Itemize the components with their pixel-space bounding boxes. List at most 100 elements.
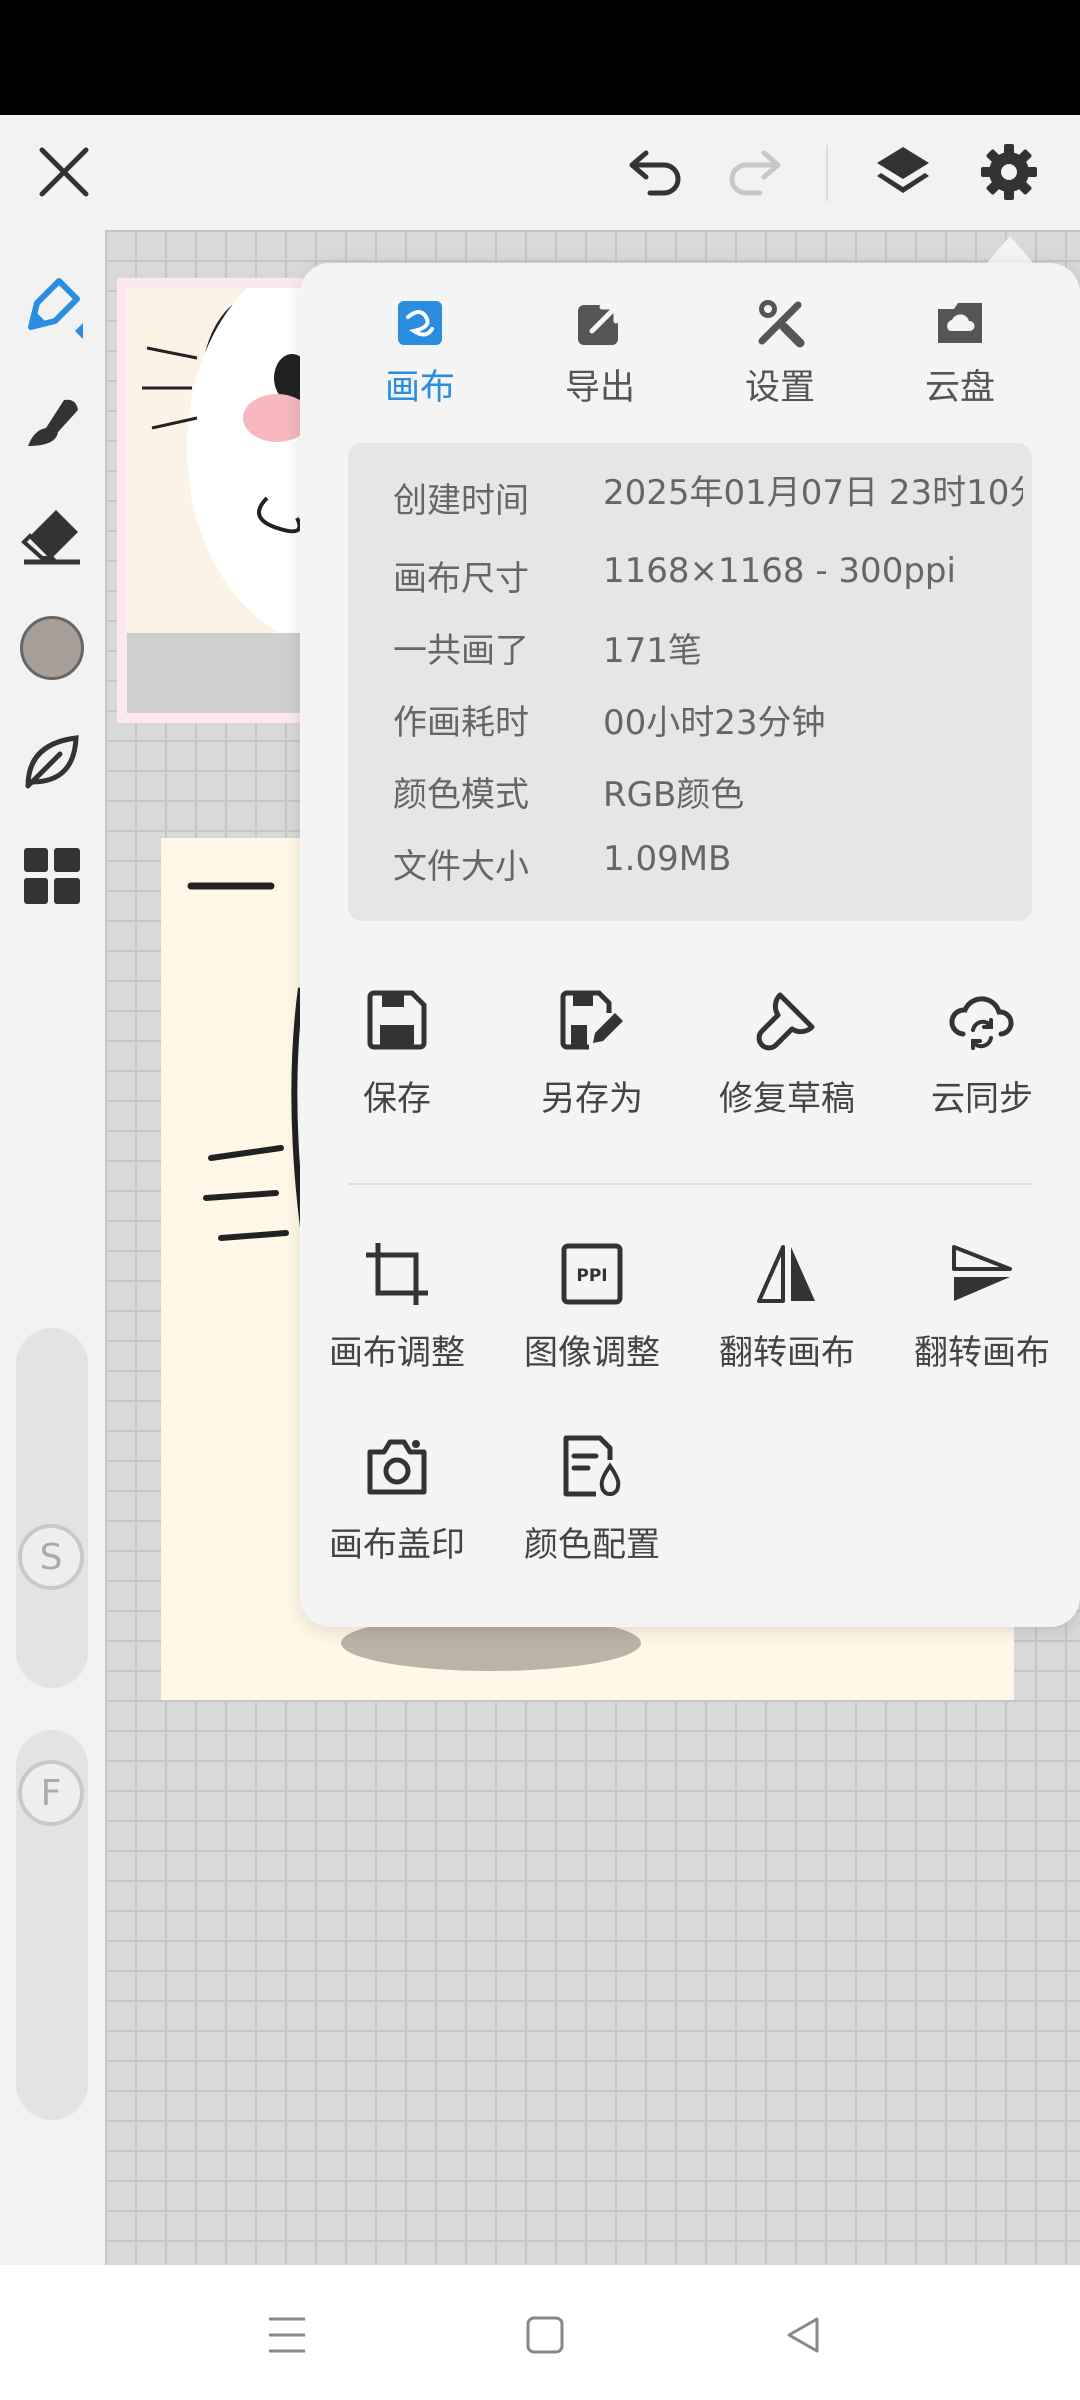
back-icon xyxy=(787,2317,819,2353)
canvas-info-card: 创建时间 2025年01月07日 23时10分 画布尺寸 1168×1168 -… xyxy=(348,443,1032,921)
tab-canvas[interactable]: 画布 xyxy=(335,293,505,443)
back-button[interactable] xyxy=(768,2300,838,2370)
save-as-button[interactable]: 另存为 xyxy=(497,983,687,1133)
tools-icon xyxy=(750,293,810,353)
system-navigation-bar xyxy=(0,2265,1080,2400)
leaf-icon xyxy=(25,735,79,789)
info-row-file-size: 文件大小 1.09MB xyxy=(393,839,1013,895)
wrench-icon xyxy=(750,983,824,1057)
info-key: 画布尺寸 xyxy=(393,559,529,599)
close-button[interactable] xyxy=(24,137,104,207)
info-value: 2025年01月07日 23时10分 xyxy=(603,473,1023,513)
menu-button[interactable] xyxy=(252,2300,322,2370)
undo-button[interactable] xyxy=(618,137,694,207)
info-key: 创建时间 xyxy=(393,481,529,521)
tab-settings[interactable]: 设置 xyxy=(695,293,865,443)
settings-button[interactable] xyxy=(972,135,1046,209)
close-icon xyxy=(39,147,89,197)
info-row-color-mode: 颜色模式 RGB颜色 xyxy=(393,767,1013,823)
action-label: 图像调整 xyxy=(524,1333,660,1373)
ppi-icon: PPI xyxy=(555,1237,629,1311)
smudge-tool[interactable] xyxy=(12,382,92,462)
toolbar-divider xyxy=(826,145,828,201)
action-label: 画布盖印 xyxy=(329,1525,465,1565)
color-swatch[interactable] xyxy=(12,608,92,688)
canvas-adjust-button[interactable]: 画布调整 xyxy=(302,1237,492,1387)
grid-apps-icon xyxy=(24,848,80,904)
info-key: 一共画了 xyxy=(393,631,529,671)
redo-icon xyxy=(729,150,781,196)
home-button[interactable] xyxy=(510,2300,580,2370)
pen-tool[interactable] xyxy=(12,268,92,348)
tab-label: 设置 xyxy=(744,368,815,408)
apps-tool[interactable] xyxy=(12,836,92,916)
flip-canvas-horizontal-button[interactable]: 翻转画布 xyxy=(692,1237,882,1387)
info-value: 171笔 xyxy=(603,631,702,671)
flow-label: F xyxy=(40,1772,62,1814)
tab-export[interactable]: 导出 xyxy=(515,293,685,443)
popup-pointer xyxy=(986,236,1034,264)
image-adjust-button[interactable]: PPI 图像调整 xyxy=(497,1237,687,1387)
action-label: 画布调整 xyxy=(329,1333,465,1373)
tab-label: 导出 xyxy=(564,368,635,408)
status-bar xyxy=(0,0,1080,115)
info-key: 颜色模式 xyxy=(393,775,529,815)
info-value: RGB颜色 xyxy=(603,775,745,815)
crop-icon xyxy=(360,1237,434,1311)
undo-icon xyxy=(629,150,681,196)
info-row-duration: 作画耗时 00小时23分钟 xyxy=(393,695,1013,751)
info-key: 作画耗时 xyxy=(393,703,529,743)
canvas-stamp-button[interactable]: 画布盖印 xyxy=(302,1429,492,1579)
brush-size-knob[interactable]: S xyxy=(18,1524,84,1590)
repair-draft-button[interactable]: 修复草稿 xyxy=(692,983,882,1133)
action-label: 云同步 xyxy=(931,1079,1033,1119)
ppi-badge-text: PPI xyxy=(576,1266,607,1286)
camera-icon xyxy=(360,1429,434,1503)
action-label: 修复草稿 xyxy=(719,1079,855,1119)
panel-tabs: 画布 导出 设置 云盘 xyxy=(300,293,1080,443)
cloud-sync-button[interactable]: 云同步 xyxy=(887,983,1077,1133)
flip-canvas-vertical-button[interactable]: 翻转画布 xyxy=(887,1237,1077,1387)
action-label: 颜色配置 xyxy=(524,1525,660,1565)
canvas-info-panel: 画布 导出 设置 云盘 创建时间 2025年01月07日 23时10分 画布尺寸… xyxy=(300,263,1080,1627)
redo-button[interactable] xyxy=(716,137,792,207)
brush-size-slider[interactable] xyxy=(16,1328,88,1688)
smudge-icon xyxy=(28,399,78,446)
color-config-icon xyxy=(555,1429,629,1503)
panel-divider xyxy=(348,1183,1032,1185)
flip-horizontal-icon xyxy=(750,1237,824,1311)
save-icon xyxy=(360,983,434,1057)
eraser-icon xyxy=(21,510,80,565)
leaf-tool[interactable] xyxy=(12,722,92,802)
brush-flow-knob[interactable]: F xyxy=(18,1760,84,1826)
size-label: S xyxy=(39,1536,63,1578)
info-value: 00小时23分钟 xyxy=(603,703,826,743)
home-icon xyxy=(526,2316,564,2354)
cloud-drive-icon xyxy=(930,293,990,353)
menu-icon xyxy=(269,2317,305,2353)
tab-cloud-drive[interactable]: 云盘 xyxy=(875,293,1045,443)
action-label: 保存 xyxy=(363,1079,431,1119)
eraser-tool[interactable] xyxy=(12,496,92,576)
layers-button[interactable] xyxy=(866,135,940,209)
tab-label: 画布 xyxy=(384,368,455,408)
save-button[interactable]: 保存 xyxy=(302,983,492,1133)
color-swatch-fill xyxy=(20,616,84,680)
info-key: 文件大小 xyxy=(393,847,529,887)
info-row-created: 创建时间 2025年01月07日 23时10分 xyxy=(393,473,1023,529)
export-icon xyxy=(570,293,630,353)
color-config-button[interactable]: 颜色配置 xyxy=(497,1429,687,1579)
info-value: 1168×1168 - 300ppi xyxy=(603,551,956,591)
pen-icon xyxy=(28,278,83,339)
info-row-strokes: 一共画了 171笔 xyxy=(393,623,1013,679)
layers-icon xyxy=(877,147,929,193)
action-label: 另存为 xyxy=(541,1079,643,1119)
save-as-icon xyxy=(555,983,629,1057)
left-toolbar: S F xyxy=(0,230,105,2265)
canvas-icon xyxy=(390,293,450,353)
cloud-sync-icon xyxy=(945,983,1019,1057)
top-toolbar xyxy=(0,115,1080,230)
info-value: 1.09MB xyxy=(603,839,732,879)
info-row-size: 画布尺寸 1168×1168 - 300ppi xyxy=(393,551,1013,607)
flip-vertical-icon xyxy=(945,1237,1019,1311)
